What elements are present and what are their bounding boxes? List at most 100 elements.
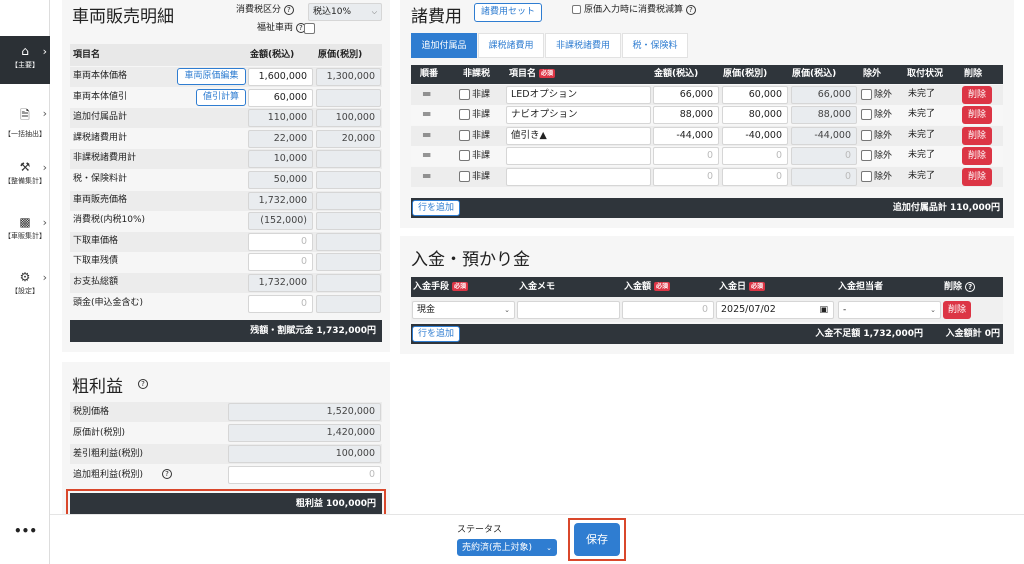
fee-amount-input[interactable]: 66,000: [653, 86, 719, 104]
fee-delete-button[interactable]: 削除: [962, 168, 992, 186]
drag-handle-icon[interactable]: ═: [423, 105, 430, 123]
welfare-vehicle-checkbox[interactable]: [304, 23, 315, 34]
balance-total: 残額・割賦元金 1,732,000円: [70, 320, 382, 342]
fee-name-input[interactable]: [506, 168, 651, 186]
fee-name-input[interactable]: [506, 147, 651, 165]
help-icon[interactable]: ?: [138, 379, 148, 389]
vehicle-row-cost: 100,000: [316, 109, 381, 127]
install-status: 未完了: [908, 109, 936, 119]
deposit-method-select[interactable]: 現金 ⌄: [412, 301, 515, 319]
drag-handle-icon[interactable]: ═: [423, 126, 430, 144]
vehicle-row-amount[interactable]: 0: [248, 295, 313, 313]
vehicle-row-amount: 50,000: [248, 171, 313, 189]
sidebar-item-main[interactable]: ⌂ › 【主要】: [0, 36, 50, 84]
gross-profit-title: 粗利益: [72, 377, 123, 397]
fee-amount-input[interactable]: 88,000: [653, 106, 719, 124]
drag-handle-icon[interactable]: ═: [423, 167, 430, 185]
tab-tax-insurance[interactable]: 税・保険料: [622, 33, 688, 58]
deposit-memo-input[interactable]: [517, 301, 620, 319]
vehicle-row-cost: [316, 212, 381, 230]
vehicle-row-cost: [316, 89, 381, 107]
fee-cost-in-value: 88,000: [791, 106, 857, 124]
chevron-right-icon: ›: [42, 45, 47, 58]
col-deposit-amount: 入金額 必須: [624, 282, 671, 292]
exclude-checkbox[interactable]: [861, 130, 872, 141]
fee-cost-in-value: 66,000: [791, 86, 857, 104]
exclude-checkbox[interactable]: [861, 150, 872, 161]
discount-calc-button[interactable]: 値引計算: [196, 89, 246, 106]
sidebar-item-maintenance-summary[interactable]: ⚒ › 【整備集計】: [0, 152, 50, 200]
cost-tax-label: 原価入力時に消費税減算 ?: [584, 1, 696, 19]
help-icon[interactable]: ?: [162, 469, 172, 479]
more-icon[interactable]: •••: [14, 524, 37, 538]
fees-set-button[interactable]: 諸費用セット: [474, 3, 542, 22]
fee-amount-input[interactable]: 0: [653, 147, 719, 165]
vehicle-row-amount: 110,000: [248, 109, 313, 127]
nontax-checkbox[interactable]: [459, 130, 470, 141]
nontax-checkbox[interactable]: [459, 171, 470, 182]
fee-name-input[interactable]: ナビオプション: [506, 106, 651, 124]
deposit-amount-input[interactable]: 0: [622, 301, 714, 319]
exclude-label: 除外: [874, 151, 893, 161]
fees-add-row-button[interactable]: 行を追加: [412, 200, 460, 216]
sidebar-item-sales-summary[interactable]: ▩ › 【車販集計】: [0, 207, 50, 255]
nontax-checkbox[interactable]: [459, 150, 470, 161]
col-cost-in: 原価(税込): [792, 69, 837, 79]
calendar-icon[interactable]: ▣: [819, 302, 828, 318]
drag-handle-icon[interactable]: ═: [423, 85, 430, 103]
help-icon[interactable]: ?: [965, 281, 976, 292]
vehicle-row-amount[interactable]: 0: [248, 233, 313, 251]
vehicle-cost-edit-button[interactable]: 車両原価編集: [177, 68, 246, 85]
fee-delete-button[interactable]: 削除: [962, 147, 992, 165]
sidebar-item-settings[interactable]: ⚙ › 【設定】: [0, 262, 50, 310]
drag-handle-icon[interactable]: ═: [423, 146, 430, 164]
col-cost: 原価(税別): [318, 50, 363, 60]
vehicle-row-amount: 10,000: [248, 150, 313, 168]
tab-taxable-fees[interactable]: 課税諸費用: [478, 33, 544, 58]
fee-delete-button[interactable]: 削除: [962, 127, 992, 145]
fee-name-input[interactable]: LEDオプション: [506, 86, 651, 104]
save-button[interactable]: 保存: [574, 523, 620, 556]
fee-cost-ex-input[interactable]: 0: [722, 147, 788, 165]
sidebar-item-bulk-extract[interactable]: 🗎 › 【一括抽出】: [0, 98, 50, 146]
help-icon[interactable]: ?: [283, 4, 294, 15]
help-icon[interactable]: ?: [685, 4, 696, 15]
exclude-checkbox[interactable]: [861, 109, 872, 120]
profit-row-value[interactable]: 0: [228, 466, 381, 484]
col-cost-ex: 原価(税別): [723, 69, 768, 79]
tab-additional-accessories[interactable]: 追加付属品: [411, 33, 477, 58]
fee-amount-input[interactable]: -44,000: [653, 127, 719, 145]
profit-row-label: 原価計(税別): [73, 428, 126, 438]
nontax-checkbox[interactable]: [459, 89, 470, 100]
deposit-person-select[interactable]: - ⌄: [838, 301, 941, 319]
fee-amount-input[interactable]: 0: [653, 168, 719, 186]
deposit-delete-button[interactable]: 削除: [943, 301, 971, 319]
fee-delete-button[interactable]: 削除: [962, 86, 992, 104]
fee-delete-button[interactable]: 削除: [962, 106, 992, 124]
status-select[interactable]: 売約済(売上対象) ⌄: [457, 539, 557, 556]
vehicle-row-label: 車両本体価格: [73, 71, 128, 81]
tab-nontaxable-fees[interactable]: 非課税諸費用: [545, 33, 621, 58]
vehicle-row-amount[interactable]: 60,000: [248, 89, 313, 107]
chevron-right-icon: ›: [42, 107, 47, 120]
col-method: 入金手段 必須: [413, 282, 469, 292]
chevron-down-icon: ⌄: [546, 544, 552, 552]
nontax-checkbox[interactable]: [459, 109, 470, 120]
vehicle-row-amount[interactable]: 0: [248, 253, 313, 271]
fee-name-input[interactable]: 値引き▲: [506, 127, 651, 145]
fee-cost-ex-input[interactable]: 60,000: [722, 86, 788, 104]
exclude-checkbox[interactable]: [861, 89, 872, 100]
profit-row-value: 1,420,000: [228, 424, 381, 442]
col-exclude: 除外: [863, 69, 882, 79]
fee-cost-ex-input[interactable]: 0: [722, 168, 788, 186]
vehicle-row-amount[interactable]: 1,600,000: [248, 68, 313, 86]
exclude-checkbox[interactable]: [861, 171, 872, 182]
vehicle-row-label: 税・保険料計: [73, 174, 128, 184]
fee-cost-ex-input[interactable]: -40,000: [722, 127, 788, 145]
tax-category-select[interactable]: 税込10% ⌵: [308, 3, 382, 21]
deposit-date-input[interactable]: 2025/07/02 ▣: [716, 301, 834, 319]
vehicle-row-label: 非課税諸費用計: [73, 153, 137, 163]
deposit-add-row-button[interactable]: 行を追加: [412, 326, 460, 342]
fee-cost-ex-input[interactable]: 80,000: [722, 106, 788, 124]
cost-tax-checkbox[interactable]: [572, 5, 581, 14]
